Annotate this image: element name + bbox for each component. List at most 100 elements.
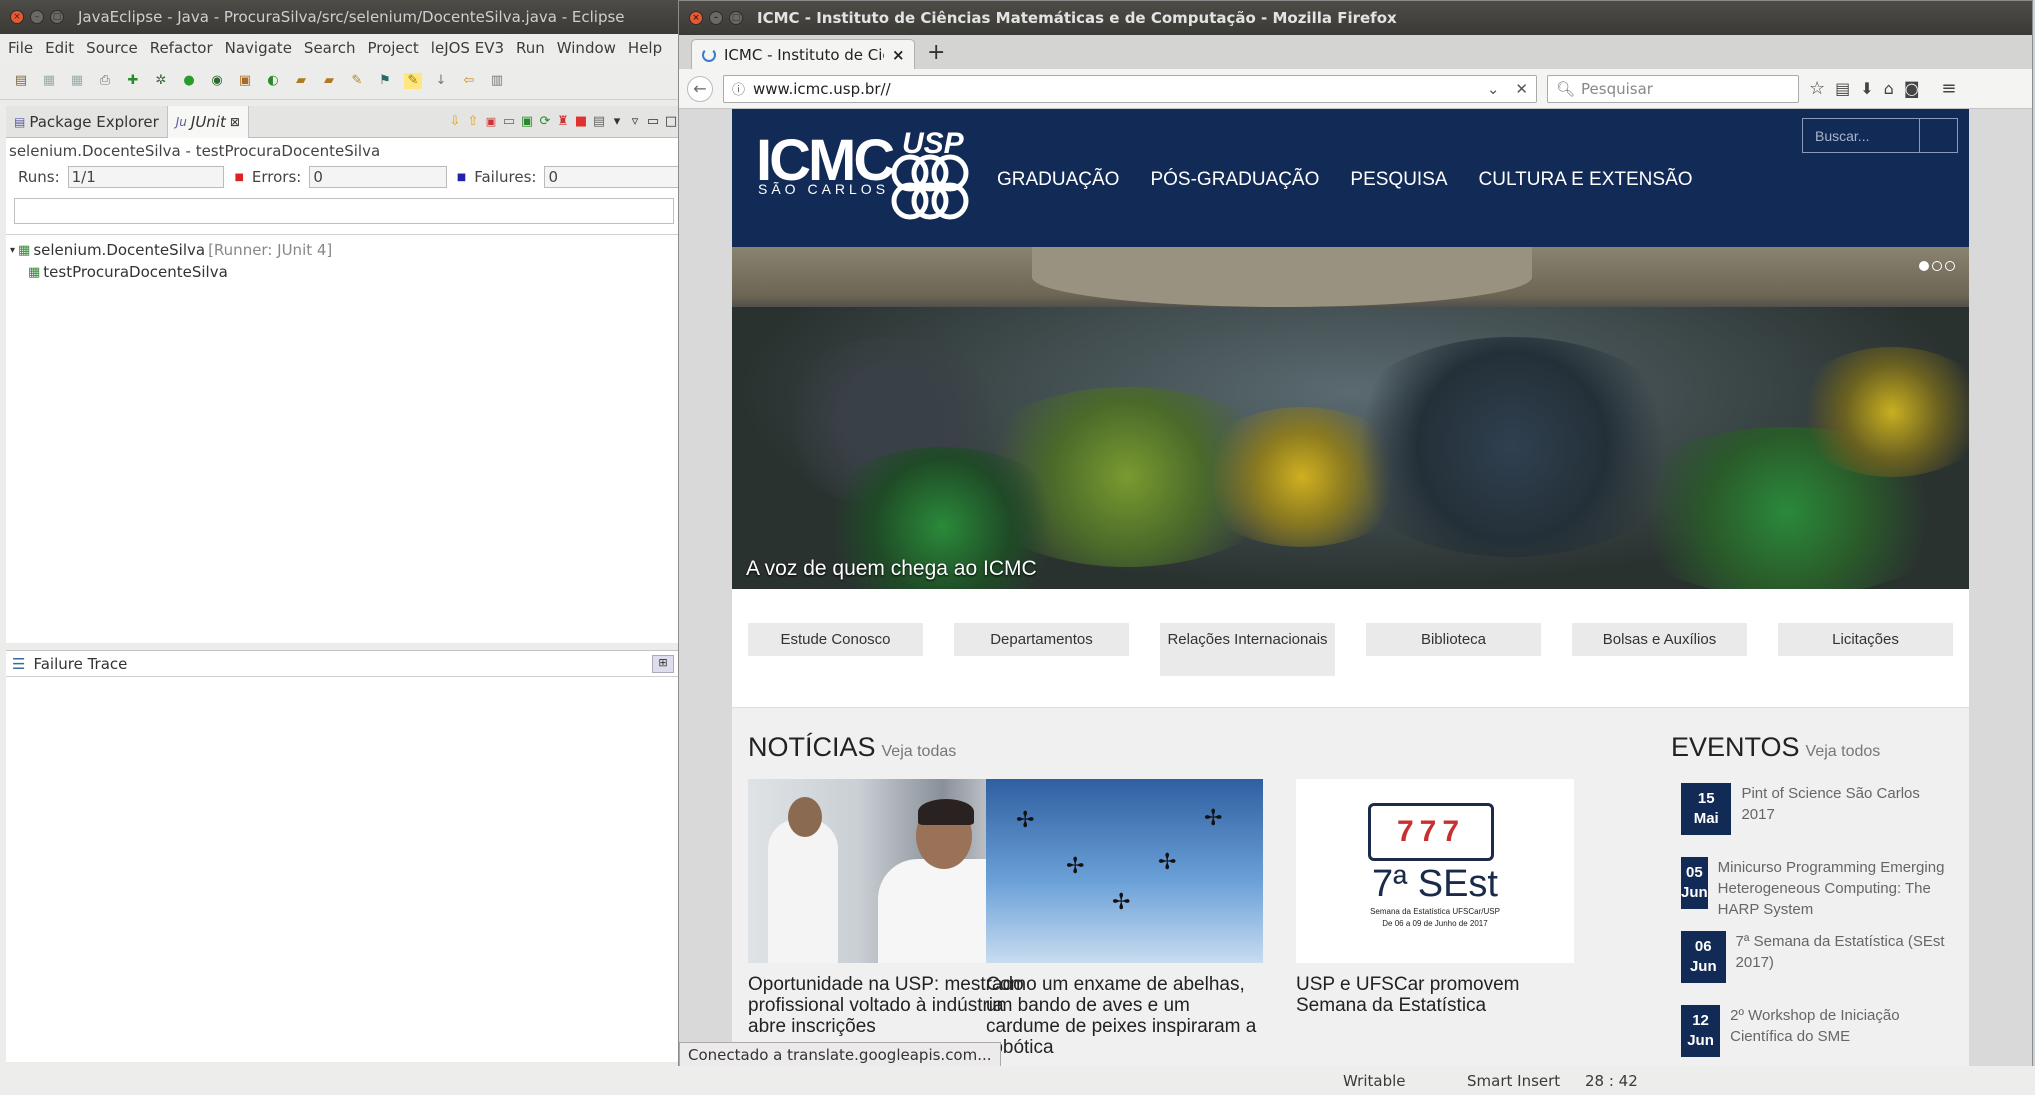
show-failures-only-icon[interactable]: ▣ [482, 114, 500, 130]
carousel-dot-active[interactable] [1919, 261, 1929, 271]
firefox-maximize-button[interactable]: □ [729, 11, 743, 25]
menu-window[interactable]: Window [557, 39, 616, 57]
history-icon[interactable]: ▤ [590, 114, 608, 130]
close-tab-icon[interactable]: × [892, 46, 905, 64]
run-icon[interactable]: ● [180, 73, 198, 89]
menu-search[interactable]: Search [304, 39, 356, 57]
event-item[interactable]: 12 Jun 2º Workshop de Iniciação Científic… [1681, 1005, 1951, 1057]
history-dropdown-icon[interactable]: ▾ [608, 114, 626, 130]
tree-root[interactable]: ▾ ▦ selenium.DocenteSilva [Runner: JUnit… [6, 239, 680, 261]
minimize-window-button[interactable]: – [30, 10, 44, 24]
stop-icon[interactable]: ✕ [1515, 80, 1528, 98]
carousel-dot[interactable] [1945, 261, 1955, 271]
site-search-button[interactable] [1919, 119, 1957, 152]
url-dropdown-icon[interactable]: ⌄ [1487, 80, 1500, 98]
event-title[interactable]: Minicurso Programming Emerging Heterogen… [1718, 857, 1951, 920]
nav-cultura-extensao[interactable]: CULTURA E EXTENSÃO [1479, 169, 1693, 191]
menu-lejos[interactable]: leJOS EV3 [431, 39, 504, 57]
close-tab-icon[interactable]: ⊠ [230, 115, 240, 129]
firefox-close-button[interactable]: × [689, 11, 703, 25]
downloads-icon[interactable]: ⬇ [1860, 79, 1873, 98]
menu-file[interactable]: File [8, 39, 33, 57]
save-all-icon[interactable]: ▦ [68, 73, 86, 89]
hero-carousel[interactable]: A voz de quem chega ao ICMC [732, 247, 1969, 589]
back-icon[interactable]: ⇦ [460, 73, 478, 89]
quick-link-biblioteca[interactable]: Biblioteca [1366, 623, 1541, 656]
bookmark-star-icon[interactable]: ☆ [1809, 78, 1825, 99]
news-image-lab[interactable] [748, 779, 1026, 963]
expand-icon[interactable]: ▾ [10, 245, 15, 256]
site-search-input[interactable]: Buscar... [1803, 119, 1919, 152]
carousel-dot[interactable] [1932, 261, 1942, 271]
url-bar[interactable]: ⓘ www.icmc.usp.br// ⌄ ✕ [723, 74, 1537, 103]
nav-graduacao[interactable]: GRADUAÇÃO [997, 169, 1119, 191]
news-see-all-link[interactable]: Veja todas [882, 743, 957, 760]
highlight-icon[interactable]: ✎ [404, 72, 422, 89]
save-icon[interactable]: ▦ [40, 73, 58, 89]
bookmarks-icon[interactable]: ▤ [1835, 79, 1850, 98]
view-menu-icon[interactable]: ▿ [626, 114, 644, 130]
stop-icon[interactable]: ■ [572, 114, 590, 130]
news-title[interactable]: Como um enxame de abelhas, um bando de a… [986, 974, 1263, 1058]
news-image-sest[interactable]: 777 7ª SEst Semana da Estatística UFSCar… [1296, 779, 1574, 963]
menu-help[interactable]: Help [628, 39, 662, 57]
firefox-minimize-button[interactable]: – [709, 11, 723, 25]
rerun-test-icon[interactable]: ▣ [518, 114, 536, 130]
event-title[interactable]: 2º Workshop de Iniciação Científica do S… [1730, 1005, 1951, 1057]
search-icon[interactable]: ✎ [348, 73, 366, 89]
scroll-lock-icon[interactable]: ▭ [500, 114, 518, 130]
coverage-icon[interactable]: ◉ [208, 73, 226, 89]
event-title[interactable]: 7ª Semana da Estatística (SEst 2017) [1736, 931, 1951, 983]
news-card[interactable]: Oportunidade na USP: mestrado profission… [748, 779, 1026, 1037]
event-title[interactable]: Pint of Science São Carlos 2017 [1741, 783, 1951, 835]
new-icon[interactable]: ▤ [12, 73, 30, 89]
news-card[interactable]: 777 7ª SEst Semana da Estatística UFSCar… [1296, 779, 1574, 1016]
quick-link-departamentos[interactable]: Departamentos [954, 623, 1129, 656]
open-folder-icon[interactable]: ▰ [320, 73, 338, 89]
new-tab-icon[interactable]: + [927, 40, 945, 65]
menu-refactor[interactable]: Refactor [150, 39, 213, 57]
home-icon[interactable]: ⌂ [1884, 79, 1894, 98]
close-window-button[interactable]: × [10, 10, 24, 24]
tab-junit[interactable]: Ju JUnit ⊠ [166, 105, 249, 138]
print-icon[interactable]: ⎙ [96, 73, 114, 89]
event-item[interactable]: 06 Jun 7ª Semana da Estatística (SEst 201… [1681, 931, 1951, 983]
next-annotation-icon[interactable]: ↓ [432, 73, 450, 89]
quick-link-relacoes-internacionais[interactable]: Relações Internacionais [1160, 623, 1335, 676]
skip-breakpoints-icon[interactable]: ✚ [124, 73, 142, 89]
nav-pos-graduacao[interactable]: PÓS-GRADUAÇÃO [1150, 169, 1319, 191]
menu-project[interactable]: Project [367, 39, 418, 57]
menu-run[interactable]: Run [516, 39, 545, 57]
next-failure-icon[interactable]: ⇩ [446, 114, 464, 130]
nav-pesquisa[interactable]: PESQUISA [1350, 169, 1447, 191]
site-logo[interactable]: ICMC USP SÃO CARLOS [756, 127, 986, 227]
open-type-icon[interactable]: ▰ [292, 73, 310, 89]
menu-edit[interactable]: Edit [45, 39, 74, 57]
minimize-view-icon[interactable]: ▭ [644, 114, 662, 130]
back-icon[interactable]: ← [687, 75, 713, 102]
events-see-all-link[interactable]: Veja todos [1806, 743, 1881, 760]
debug-icon[interactable]: ✲ [152, 73, 170, 89]
maximize-window-button[interactable]: □ [50, 10, 64, 24]
forward-icon[interactable]: ▥ [488, 73, 506, 89]
rerun-failed-first-icon[interactable]: ♜ [554, 114, 572, 130]
tree-child[interactable]: ▦ testProcuraDocenteSilva [6, 261, 680, 283]
search-box[interactable]: 🔍︎ Pesquisar [1547, 74, 1799, 103]
compare-icon[interactable]: ⊞ [652, 654, 674, 673]
quick-link-licitacoes[interactable]: Licitações [1778, 623, 1953, 656]
tab-package-explorer[interactable]: ▤ Package Explorer [6, 106, 167, 138]
hero-caption[interactable]: A voz de quem chega ao ICMC [746, 557, 1037, 581]
rerun-failed-icon[interactable]: ⟳ [536, 114, 554, 130]
menu-navigate[interactable]: Navigate [225, 39, 292, 57]
quick-link-bolsas-auxilios[interactable]: Bolsas e Auxílios [1572, 623, 1747, 656]
info-icon[interactable]: ⓘ [732, 79, 745, 98]
news-image-drones[interactable]: ✢ ✢ ✢ ✢ ✢ [986, 779, 1263, 963]
annotation-icon[interactable]: ⚑ [376, 73, 394, 89]
quick-link-estude-conosco[interactable]: Estude Conosco [748, 623, 923, 656]
event-item[interactable]: 05 Jun Minicurso Programming Emerging Het… [1681, 857, 1951, 920]
menu-icon[interactable]: ≡ [1941, 78, 1956, 99]
previous-failure-icon[interactable]: ⇧ [464, 114, 482, 130]
event-item[interactable]: 15 Mai Pint of Science São Carlos 2017 [1681, 783, 1951, 835]
menu-source[interactable]: Source [86, 39, 138, 57]
browser-tab[interactable]: ICMC - Instituto de Ciê × [691, 39, 915, 69]
